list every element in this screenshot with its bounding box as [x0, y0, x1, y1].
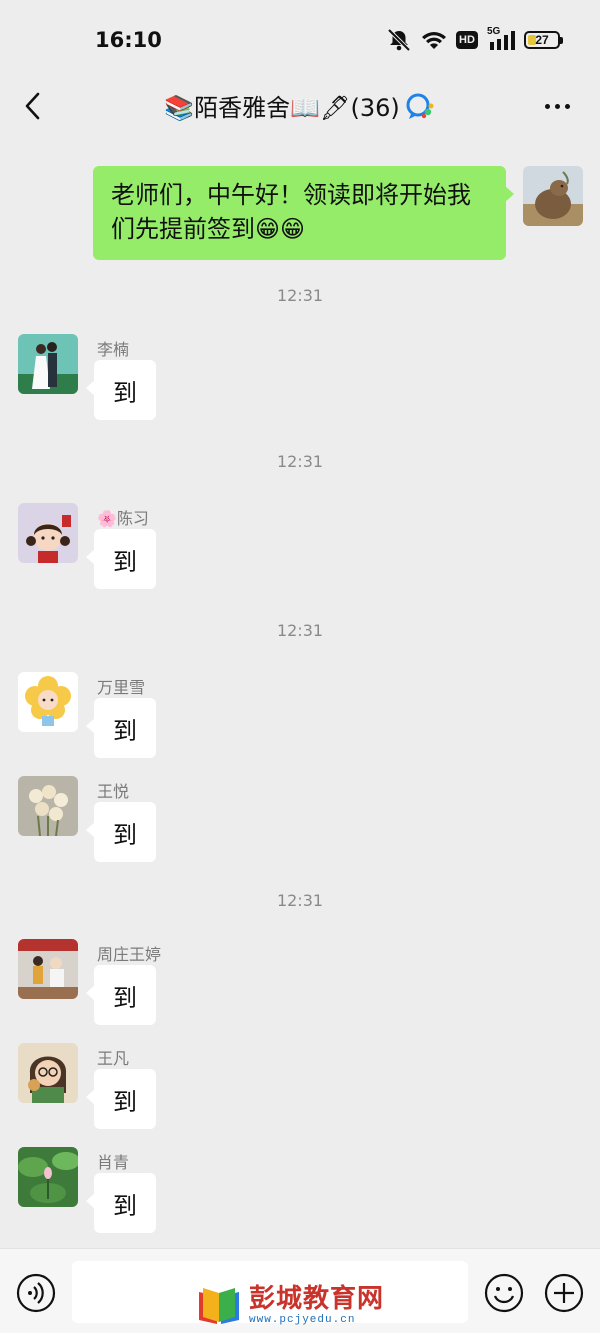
message-bubble[interactable]: 到: [86, 802, 156, 862]
plus-icon: [544, 1273, 584, 1313]
wifi-icon: [421, 29, 447, 51]
voice-button[interactable]: [16, 1273, 56, 1313]
status-bar: 16:10 HD 5G 27: [0, 0, 600, 80]
message-bubble[interactable]: 到: [86, 360, 156, 420]
sender-avatar[interactable]: [18, 1043, 78, 1103]
battery-level: 27: [535, 33, 549, 47]
sender-name: 🌸陈习: [97, 509, 149, 528]
group-bot-icon: [406, 93, 434, 119]
more-dot: [564, 103, 570, 109]
chat-message-list[interactable]: 老师们，中午好！领读即将开始我们先提前签到😁😁 12:31 李楠 到 12:31…: [0, 136, 600, 1248]
mute-icon: [386, 28, 412, 52]
timestamp: 12:31: [276, 452, 324, 471]
message-row: 王凡 到: [0, 1043, 600, 1143]
sender-name: 王悦: [97, 782, 130, 801]
sender-name: 肖青: [97, 1153, 130, 1172]
sender-avatar[interactable]: [18, 672, 78, 732]
timestamp: 12:31: [276, 891, 324, 910]
emoji-button[interactable]: [484, 1273, 524, 1313]
message-row: 周庄王婷 到: [0, 939, 600, 1039]
sender-name: 李楠: [97, 340, 130, 359]
status-icons: HD 5G 27: [386, 26, 563, 54]
more-button[interactable]: [540, 94, 574, 118]
battery-icon: 27: [524, 31, 563, 49]
sender-avatar[interactable]: [18, 776, 78, 836]
plus-button[interactable]: [544, 1273, 584, 1313]
voice-icon: [16, 1273, 56, 1313]
sender-avatar[interactable]: [18, 503, 78, 563]
hd-icon: HD: [456, 31, 478, 49]
message-bubble[interactable]: 到: [86, 1173, 156, 1233]
message-input[interactable]: [72, 1261, 468, 1323]
sender-name: 万里雪: [97, 678, 146, 697]
message-row: 🌸陈习 到: [0, 503, 600, 603]
message-row: 李楠 到: [0, 334, 600, 434]
chat-title: 📚陌香雅舍📖🖋(36): [164, 94, 400, 122]
sender-name: 周庄王婷: [97, 945, 162, 964]
chat-title-container[interactable]: 📚陌香雅舍📖🖋(36): [0, 88, 600, 123]
emoji-icon: [484, 1273, 524, 1313]
sender-avatar[interactable]: [18, 1147, 78, 1207]
sender-avatar[interactable]: [18, 939, 78, 999]
signal-5g-icon: 5G: [487, 26, 515, 52]
more-dot: [554, 103, 560, 109]
timestamp: 12:31: [276, 621, 324, 640]
message-bubble[interactable]: 到: [86, 529, 156, 589]
message-row: 肖青 到: [0, 1147, 600, 1247]
message-bubble-self[interactable]: 老师们，中午好！领读即将开始我们先提前签到😁😁: [93, 166, 514, 260]
input-bar: [0, 1248, 600, 1333]
self-avatar[interactable]: [523, 166, 583, 226]
message-bubble[interactable]: 到: [86, 965, 156, 1025]
message-row: 万里雪 到: [0, 672, 600, 772]
message-bubble[interactable]: 到: [86, 1069, 156, 1129]
more-dot: [544, 103, 550, 109]
chat-header: 📚陌香雅舍📖🖋(36): [0, 80, 600, 136]
status-time: 16:10: [95, 28, 162, 52]
sender-name: 王凡: [97, 1049, 130, 1068]
timestamp: 12:31: [276, 286, 324, 305]
sender-avatar[interactable]: [18, 334, 78, 394]
message-bubble[interactable]: 到: [86, 698, 156, 758]
message-row: 王悦 到: [0, 776, 600, 876]
